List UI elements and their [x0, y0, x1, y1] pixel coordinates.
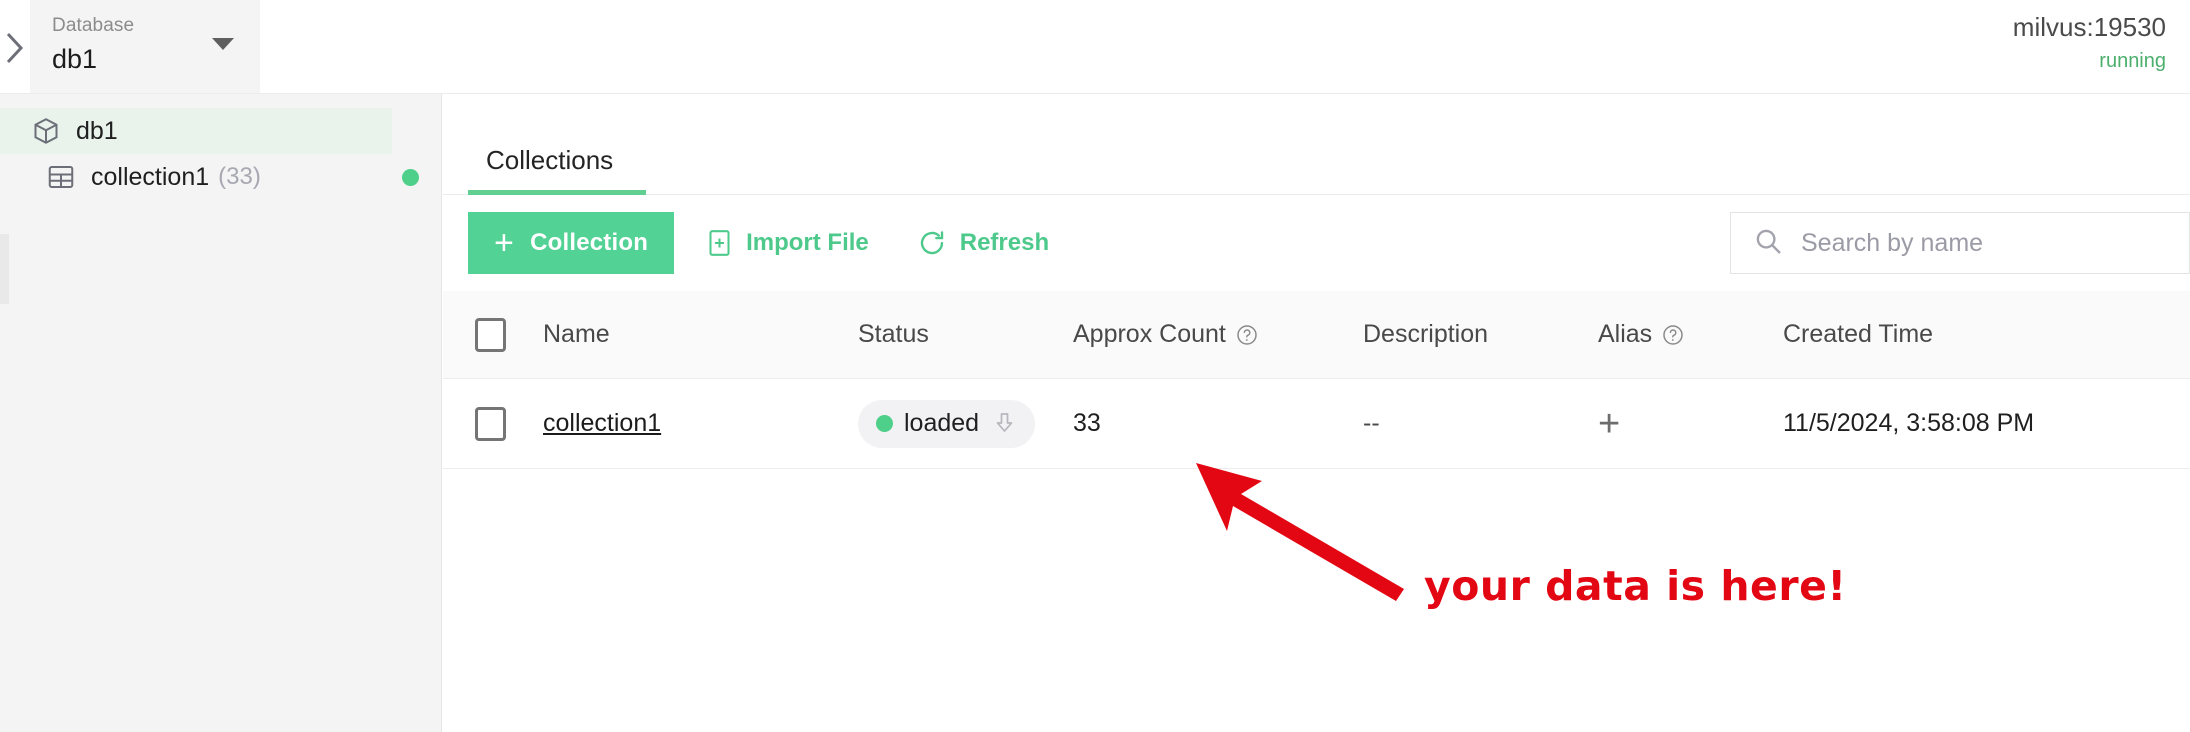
- cell-created-time: 11/5/2024, 3:58:08 PM: [1783, 409, 2035, 437]
- tree-item-collection1[interactable]: collection1 (33): [0, 154, 441, 200]
- search-input[interactable]: Search by name: [1730, 212, 2190, 274]
- select-all-checkbox[interactable]: [475, 317, 506, 352]
- connection-state: running: [2099, 50, 2166, 72]
- collection-link[interactable]: collection1: [543, 409, 661, 437]
- content-panel: Collections + Collection Import File Ref…: [443, 125, 2190, 732]
- table-row[interactable]: collection1 loaded 33 -- + 11/5/2024, 3:…: [443, 379, 2190, 469]
- tree-item-label: collection1: [91, 162, 210, 191]
- add-alias-button[interactable]: +: [1598, 403, 1620, 445]
- database-cube-icon: [30, 115, 62, 147]
- table-header-row: Name Status Approx Count Description Ali…: [443, 291, 2190, 379]
- column-header-name[interactable]: Name: [538, 320, 858, 349]
- collections-table: Name Status Approx Count Description Ali…: [443, 291, 2190, 469]
- column-header-status[interactable]: Status: [858, 320, 1073, 349]
- milvus-attu-window: Database db1 milvus:19530 running db1 co…: [0, 0, 2190, 732]
- tab-label: Collections: [486, 144, 614, 175]
- cell-description: --: [1363, 409, 1380, 437]
- column-header-alias[interactable]: Alias: [1598, 320, 1783, 349]
- status-badge[interactable]: loaded: [858, 399, 1036, 448]
- search-placeholder: Search by name: [1801, 228, 1984, 257]
- help-icon[interactable]: [1235, 323, 1259, 347]
- cell-approx-count: 33: [1073, 409, 1101, 437]
- table-grid-icon: [45, 161, 77, 193]
- create-collection-button[interactable]: + Collection: [468, 212, 675, 274]
- status-dot-icon: [876, 415, 893, 432]
- connection-name: milvus:19530: [2012, 12, 2166, 42]
- create-collection-label: Collection: [530, 229, 649, 256]
- tab-collections[interactable]: Collections: [468, 125, 631, 195]
- row-checkbox-cell: [443, 406, 538, 441]
- database-tree: db1 collection1 (33): [0, 94, 441, 200]
- plus-icon: +: [494, 224, 515, 262]
- status-label: loaded: [904, 409, 980, 437]
- cell-name: collection1: [538, 409, 858, 438]
- cell-status: loaded: [858, 399, 1073, 448]
- tree-item-label: db1: [76, 116, 118, 145]
- collection-loaded-dot: [402, 168, 419, 186]
- tree-item-db1[interactable]: db1: [0, 108, 392, 154]
- search-icon: [1753, 226, 1783, 261]
- row-checkbox[interactable]: [475, 406, 506, 441]
- column-header-created-time[interactable]: Created Time: [1783, 320, 2190, 349]
- database-selector[interactable]: Database db1: [30, 0, 260, 93]
- refresh-icon: [917, 228, 947, 258]
- tab-bar: Collections: [443, 125, 2190, 195]
- sidebar-collapse-button[interactable]: [0, 26, 30, 70]
- select-all-checkbox-cell: [443, 317, 538, 352]
- import-file-button[interactable]: Import File: [690, 212, 885, 274]
- database-selector-label: Database: [52, 15, 135, 36]
- column-header-approx-count[interactable]: Approx Count: [1073, 320, 1363, 349]
- release-download-icon[interactable]: [992, 411, 1017, 437]
- import-file-label: Import File: [746, 229, 869, 256]
- file-plus-icon: [706, 228, 733, 258]
- help-icon[interactable]: [1661, 323, 1685, 347]
- cell-alias: +: [1598, 405, 1783, 443]
- top-bar: Database db1 milvus:19530 running: [0, 0, 2190, 94]
- column-header-description[interactable]: Description: [1363, 320, 1598, 349]
- refresh-label: Refresh: [959, 229, 1050, 256]
- toolbar: + Collection Import File Refresh Search …: [443, 195, 2190, 291]
- refresh-button[interactable]: Refresh: [901, 212, 1065, 274]
- connection-status: milvus:19530 running: [2013, 10, 2166, 76]
- caret-down-icon: [212, 38, 234, 50]
- tree-item-count: (33): [218, 163, 261, 190]
- left-rail-strip: [0, 234, 9, 304]
- chevron-right-icon: [6, 32, 24, 64]
- sidebar: db1 collection1 (33): [0, 94, 442, 732]
